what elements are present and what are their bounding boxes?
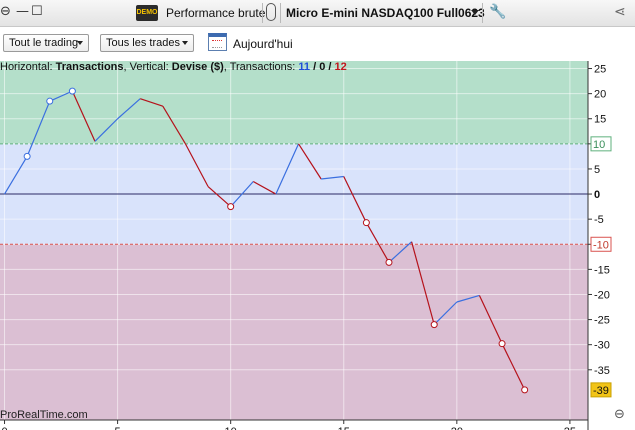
data-point xyxy=(385,258,393,266)
lower-threshold-badge-label: -10 xyxy=(593,239,609,251)
y-tick-label: 5 xyxy=(594,164,600,176)
x-tick-label: 0 xyxy=(1,426,7,430)
info-horizontal-prefix: Horizontal: xyxy=(0,61,56,73)
last-value-badge-label: -39 xyxy=(593,385,609,397)
data-point xyxy=(362,219,370,227)
y-tick-label: -15 xyxy=(594,264,610,276)
y-tick-label: 20 xyxy=(594,89,606,101)
info-horizontal-value: Transactions xyxy=(55,61,124,73)
data-point xyxy=(498,340,506,348)
losing-trades-count: 12 xyxy=(334,61,347,73)
y-tick-label: 0 xyxy=(594,189,600,201)
y-tick-label: -35 xyxy=(594,365,610,377)
y-tick-label: -5 xyxy=(594,214,604,226)
x-tick-label: 10 xyxy=(225,426,237,430)
data-point xyxy=(227,203,235,211)
y-tick-label: -20 xyxy=(594,289,610,301)
y-tick-label: -30 xyxy=(594,340,610,352)
zoom-icon[interactable]: ⊖ xyxy=(614,407,625,422)
x-tick-label: 15 xyxy=(338,426,350,430)
data-point xyxy=(68,87,76,95)
winning-trades-count: 11 xyxy=(298,61,311,73)
data-point xyxy=(23,152,31,160)
data-point xyxy=(521,386,529,394)
x-tick-label: 5 xyxy=(115,426,121,430)
chart-info-line: Horizontal: Transactions, Vertical: Devi… xyxy=(0,61,347,73)
info-vertical-prefix: , Vertical: xyxy=(123,61,172,73)
info-transactions-prefix: , Transactions: xyxy=(223,61,299,73)
data-point xyxy=(430,321,438,329)
x-tick-label: 20 xyxy=(451,426,463,430)
info-separator: / xyxy=(310,61,320,73)
y-tick-label: -25 xyxy=(594,315,610,327)
y-tick-label: 25 xyxy=(594,64,606,76)
info-vertical-value: Devise ($) xyxy=(171,61,224,73)
upper-threshold-badge-label: 10 xyxy=(593,139,605,151)
y-tick-label: 15 xyxy=(594,114,606,126)
x-tick-label: 25 xyxy=(564,426,576,430)
profit-zone xyxy=(0,61,588,144)
watermark: ProRealTime.com xyxy=(0,409,88,421)
data-point xyxy=(46,97,54,105)
loss-zone xyxy=(0,244,588,420)
